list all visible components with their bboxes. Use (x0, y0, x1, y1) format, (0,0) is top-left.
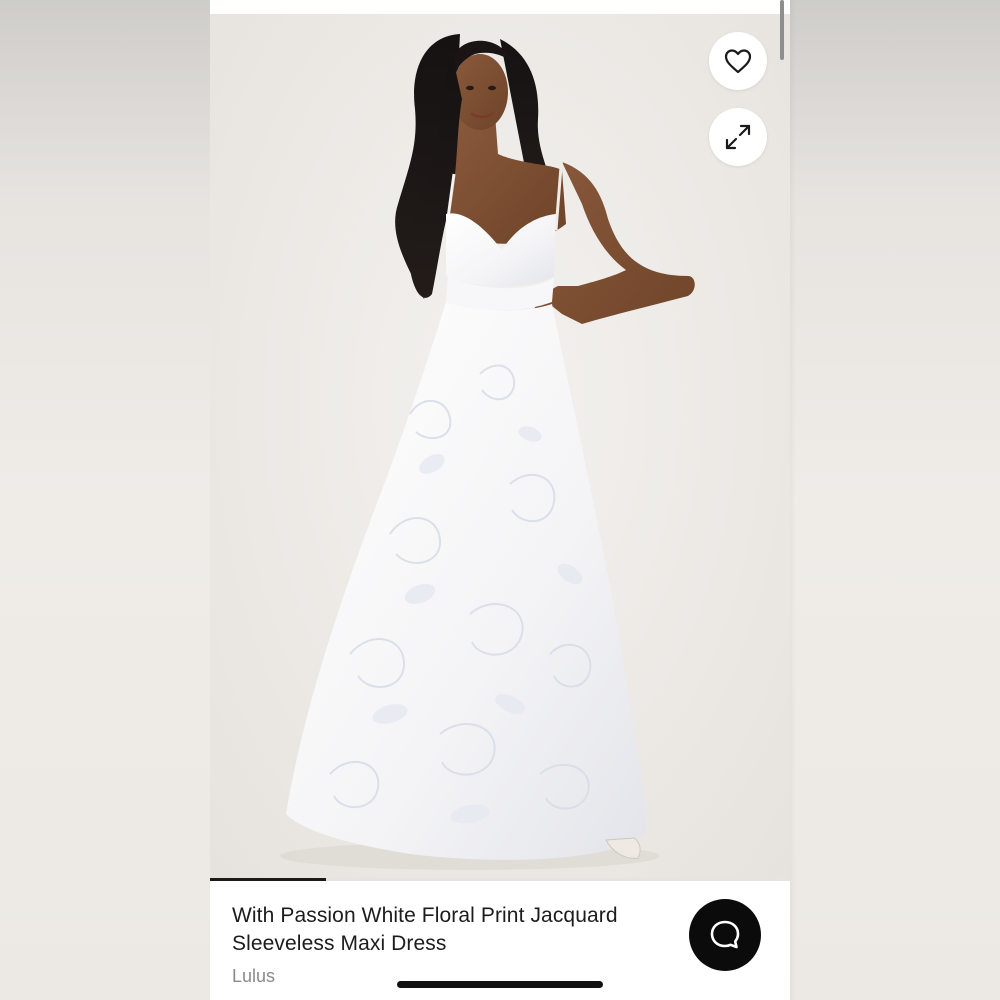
heart-outline-icon (724, 49, 752, 74)
expand-arrows-icon (725, 124, 751, 150)
model-in-white-dress-illustration (280, 34, 695, 870)
blurred-background-left (0, 0, 210, 1000)
product-brand[interactable]: Lulus (232, 966, 275, 987)
chat-button[interactable] (689, 899, 761, 971)
expand-image-button[interactable] (709, 108, 767, 166)
product-screen: With Passion White Floral Print Jacquard… (210, 0, 790, 1000)
product-photo[interactable] (210, 14, 790, 880)
product-title: With Passion White Floral Print Jacquard… (232, 904, 618, 955)
blurred-background-right (790, 0, 1000, 1000)
gallery-progress-track (210, 878, 790, 881)
gallery-progress-fill (210, 878, 326, 881)
chat-bubble-icon (710, 920, 740, 949)
favorite-button[interactable] (709, 32, 767, 90)
scrollbar[interactable] (780, 0, 784, 60)
home-indicator[interactable] (397, 981, 603, 988)
